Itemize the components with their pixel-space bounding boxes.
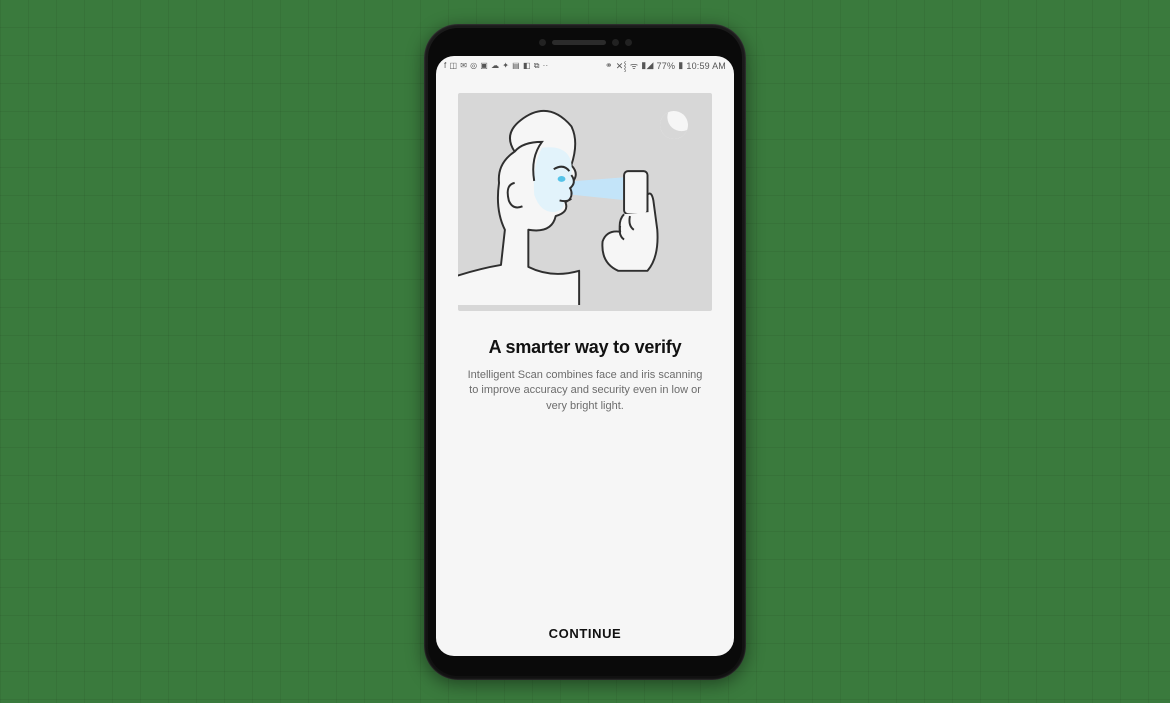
statusbar-app-icon: ✉: [460, 61, 467, 70]
page-background: f ◫ ✉ ◎ ▣ ☁ ✦ ▤ ◧ ⧉ ·· ⚭ ✕⸾: [0, 0, 1170, 703]
speaker-grille: [552, 40, 606, 45]
statusbar-app-icon: ◧: [523, 61, 531, 70]
statusbar-left-icons: f ◫ ✉ ◎ ▣ ☁ ✦ ▤ ◧ ⧉ ··: [444, 61, 548, 71]
statusbar-app-icon: ⧉: [534, 61, 540, 71]
person-head-icon: [458, 110, 579, 305]
iris-sensor-dot: [625, 39, 632, 46]
phone-inner: f ◫ ✉ ◎ ▣ ☁ ✦ ▤ ◧ ⧉ ·· ⚭ ✕⸾: [428, 28, 742, 676]
status-bar: f ◫ ✉ ◎ ▣ ☁ ✦ ▤ ◧ ⧉ ·· ⚭ ✕⸾: [436, 56, 734, 75]
statusbar-app-icon: ▤: [512, 61, 520, 70]
screen: f ◫ ✉ ◎ ▣ ☁ ✦ ▤ ◧ ⧉ ·· ⚭ ✕⸾: [436, 56, 734, 656]
spacer: [436, 415, 734, 611]
sensor-dot: [539, 39, 546, 46]
continue-button[interactable]: CONTINUE: [436, 612, 734, 656]
bezel-top: [430, 30, 740, 56]
statusbar-app-icon: ☁: [491, 61, 499, 70]
continue-label: CONTINUE: [549, 626, 622, 641]
body-copy: Intelligent Scan combines face and iris …: [466, 368, 704, 416]
vibrate-icon: ✕⸾: [616, 59, 627, 72]
wifi-icon: ᯤ: [630, 59, 638, 72]
statusbar-app-icon: f: [444, 61, 446, 70]
bluetooth-icon: ⚭: [605, 60, 613, 71]
camera-dot: [612, 39, 619, 46]
statusbar-app-icon: ▣: [480, 61, 488, 70]
battery-icon: ▮: [678, 60, 683, 71]
phone-frame: f ◫ ✉ ◎ ▣ ☁ ✦ ▤ ◧ ⧉ ·· ⚭ ✕⸾: [424, 24, 746, 680]
face-scan-illustration: [458, 93, 712, 306]
headline: A smarter way to verify: [460, 337, 710, 358]
statusbar-app-icon: ◫: [449, 61, 457, 70]
illustration-panel: [458, 93, 712, 311]
bezel-bottom: [430, 656, 740, 670]
clock: 10:59 AM: [686, 61, 726, 71]
statusbar-right-icons: ⚭ ✕⸾ ᯤ ▮◢ 77% ▮ 10:59 AM: [605, 59, 726, 72]
battery-percentage: 77%: [657, 61, 676, 71]
statusbar-app-icon: ◎: [470, 61, 477, 70]
signal-icon: ▮◢: [641, 60, 653, 71]
statusbar-overflow: ··: [543, 61, 549, 70]
statusbar-app-icon: ✦: [502, 61, 509, 70]
